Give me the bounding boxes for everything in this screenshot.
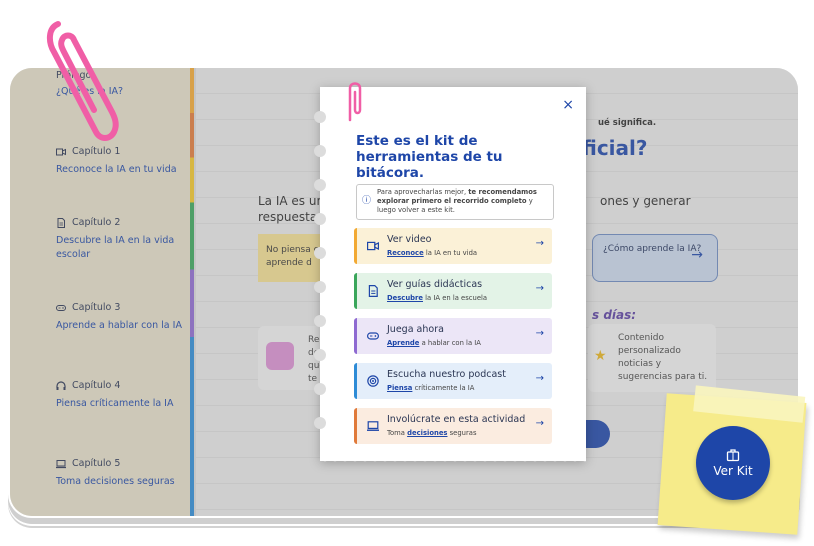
kit-item-activity[interactable]: Involúcrate en esta actividad Toma decis…	[354, 408, 552, 444]
torn-edge	[320, 457, 586, 465]
gamepad-icon	[367, 332, 379, 340]
paperclip-icon	[46, 21, 119, 141]
kit-item-title: Involúcrate en esta actividad	[387, 414, 526, 425]
arrow-right-icon: →	[535, 373, 544, 384]
kit-item-video[interactable]: Ver video Reconoce la IA en tu vida →	[354, 228, 552, 264]
kit-item-link[interactable]: Reconoce	[387, 249, 424, 257]
notebook-holes	[314, 111, 326, 451]
info-icon: ⓘ	[362, 196, 372, 206]
ver-kit-label: Ver Kit	[713, 464, 753, 478]
kit-item-guides[interactable]: Ver guías didácticas Descubre la IA en l…	[354, 273, 552, 309]
modal-title: Este es el kit de herramientas de tu bit…	[356, 133, 503, 181]
briefcase-icon	[726, 449, 740, 462]
kit-item-link[interactable]: Aprende	[387, 339, 419, 347]
kit-item-game[interactable]: Juega ahora Aprende a hablar con la IA →	[354, 318, 552, 354]
arrow-right-icon: →	[535, 328, 544, 339]
arrow-right-icon: →	[535, 238, 544, 249]
video-icon	[367, 241, 379, 251]
info-box: ⓘ Para aprovecharlas mejor, te recomenda…	[356, 184, 554, 220]
kit-item-link[interactable]: Descubre	[387, 294, 423, 302]
kit-item-title: Escucha nuestro podcast	[387, 369, 506, 380]
document-icon	[368, 285, 378, 297]
laptop-icon	[367, 421, 379, 431]
arrow-right-icon: →	[535, 418, 544, 429]
close-icon[interactable]: ×	[562, 97, 574, 113]
kit-item-podcast[interactable]: Escucha nuestro podcast Piensa críticame…	[354, 363, 552, 399]
podcast-icon	[367, 375, 379, 387]
kit-item-title: Juega ahora	[387, 324, 444, 335]
small-paperclip-icon	[348, 82, 362, 122]
ver-kit-button[interactable]: Ver Kit	[696, 426, 770, 500]
kit-item-link[interactable]: Piensa	[387, 384, 412, 392]
kit-item-title: Ver video	[387, 234, 432, 245]
arrow-right-icon: →	[535, 283, 544, 294]
kit-item-title: Ver guías didácticas	[387, 279, 483, 290]
kit-item-link[interactable]: decisiones	[407, 429, 447, 437]
toolkit-modal: × Este es el kit de herramientas de tu b…	[314, 87, 586, 465]
